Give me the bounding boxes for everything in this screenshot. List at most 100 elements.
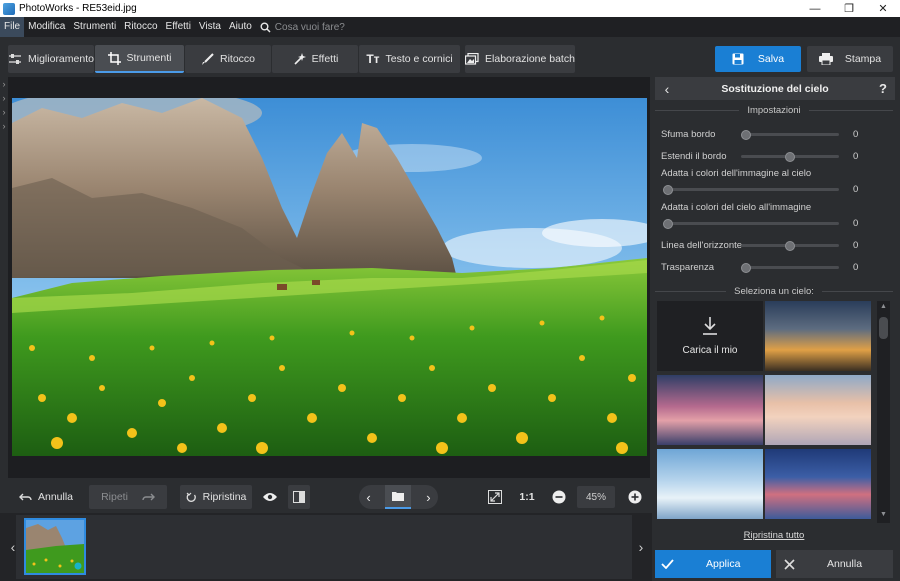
tab-effetti[interactable]: Effetti bbox=[272, 45, 358, 73]
tab-label: Ritocco bbox=[219, 53, 255, 65]
scroll-down-icon[interactable]: ▼ bbox=[877, 511, 890, 518]
back-button[interactable]: ‹ bbox=[655, 81, 679, 97]
search-input[interactable]: Cosa vuoi fare? bbox=[275, 22, 345, 33]
chevron-right-icon[interactable]: › bbox=[0, 77, 8, 91]
zoom-level[interactable]: 45% bbox=[577, 486, 615, 508]
slider-label: Adatta i colori dell'immagine al cielo bbox=[661, 168, 812, 179]
sky-gallery-scrollbar[interactable]: ▲ ▼ bbox=[877, 301, 890, 523]
main-toolbar: Miglioramento Strumenti Ritocco Effetti … bbox=[0, 37, 900, 77]
reset-label: Ripristina bbox=[202, 491, 247, 503]
reset-button[interactable]: Ripristina bbox=[180, 485, 252, 509]
fit-to-screen-button[interactable] bbox=[484, 485, 506, 509]
apply-label: Applica bbox=[706, 558, 741, 570]
filmstrip-panel bbox=[16, 515, 632, 579]
search-box[interactable]: Cosa vuoi fare? bbox=[260, 22, 345, 33]
minimize-button[interactable]: — bbox=[798, 0, 832, 17]
adapt-image-colors-slider[interactable] bbox=[663, 188, 839, 191]
save-button[interactable]: Salva bbox=[715, 46, 801, 72]
tab-ritocco[interactable]: Ritocco bbox=[185, 45, 271, 73]
transparency-slider[interactable] bbox=[741, 266, 839, 269]
folder-button[interactable] bbox=[385, 485, 412, 509]
left-panel-toggles[interactable]: › › › › bbox=[0, 77, 8, 133]
restore-button[interactable]: ❐ bbox=[832, 0, 866, 17]
slider-label: Trasparenza bbox=[661, 262, 714, 273]
chevron-right-icon[interactable]: › bbox=[0, 91, 8, 105]
app-icon bbox=[3, 2, 15, 15]
sky-thumbnail-pastel-clouds[interactable] bbox=[765, 375, 871, 445]
redo-button[interactable]: Ripeti bbox=[89, 485, 167, 509]
upload-sky-button[interactable]: Carica il mio bbox=[657, 301, 763, 371]
image-thumbnail[interactable] bbox=[24, 518, 86, 575]
sky-thumbnail-blue-clouds[interactable] bbox=[657, 449, 763, 519]
slider-knob[interactable] bbox=[785, 241, 795, 251]
slider-knob[interactable] bbox=[741, 263, 751, 273]
zoom-in-button[interactable] bbox=[624, 485, 646, 509]
print-label: Stampa bbox=[844, 53, 882, 65]
preview-toggle[interactable] bbox=[258, 485, 282, 509]
tab-elaborazione-batch[interactable]: Elaborazione batch bbox=[465, 45, 575, 73]
apply-button[interactable]: Applica bbox=[655, 550, 771, 578]
zoom-in-icon bbox=[628, 490, 642, 504]
sky-thumbnail-pink-clouds[interactable] bbox=[657, 375, 763, 445]
undo-button[interactable]: Annulla bbox=[8, 485, 84, 509]
cancel-button[interactable]: Annulla bbox=[776, 550, 893, 578]
sky-thumbnail-sunset[interactable] bbox=[765, 301, 871, 371]
floppy-icon bbox=[732, 53, 744, 65]
compare-button[interactable] bbox=[288, 485, 310, 509]
menu-ritocco[interactable]: Ritocco bbox=[120, 17, 161, 37]
redo-icon bbox=[142, 493, 155, 500]
save-label: Salva bbox=[757, 53, 785, 65]
tab-testo-cornici[interactable]: Tт Testo e cornici bbox=[359, 45, 460, 73]
scrollbar-thumb[interactable] bbox=[879, 317, 888, 339]
scroll-up-icon[interactable]: ▲ bbox=[877, 303, 890, 310]
menu-aiuto[interactable]: Aiuto bbox=[225, 17, 256, 37]
tab-label: Strumenti bbox=[126, 52, 172, 64]
thumbnail-image bbox=[26, 520, 84, 573]
chevron-right-icon[interactable]: › bbox=[0, 105, 8, 119]
edited-photo[interactable] bbox=[12, 98, 647, 456]
slider-label: Linea dell'orizzonte bbox=[661, 240, 743, 251]
zoom-out-button[interactable] bbox=[548, 485, 570, 509]
tab-strumenti[interactable]: Strumenti bbox=[95, 45, 184, 73]
menu-strumenti[interactable]: Strumenti bbox=[69, 17, 120, 37]
menu-modifica[interactable]: Modifica bbox=[24, 17, 69, 37]
menu-bar: File Modifica Strumenti Ritocco Effetti … bbox=[0, 17, 900, 37]
sliders-icon bbox=[9, 54, 22, 64]
slider-knob[interactable] bbox=[663, 185, 673, 195]
adapt-sky-colors-slider[interactable] bbox=[663, 222, 839, 225]
menu-file[interactable]: File bbox=[0, 17, 25, 37]
image-navigation: ‹ › bbox=[359, 485, 438, 509]
slider-label: Adatta i colori del cielo all'immagine bbox=[661, 202, 812, 213]
chevron-right-icon[interactable]: › bbox=[0, 119, 8, 133]
sky-thumbnail-dusk[interactable] bbox=[765, 449, 871, 519]
feather-edge-slider[interactable] bbox=[741, 133, 839, 136]
filmstrip: ‹ › bbox=[0, 513, 652, 581]
slider-value: 0 bbox=[853, 262, 859, 273]
select-sky-heading: Seleziona un cielo: bbox=[655, 286, 893, 297]
undo-label: Annulla bbox=[37, 491, 74, 503]
eye-icon bbox=[263, 493, 277, 501]
close-button[interactable]: ✕ bbox=[866, 0, 900, 17]
image-canvas[interactable] bbox=[8, 77, 650, 478]
tab-label: Testo e cornici bbox=[385, 53, 453, 65]
previous-image-button[interactable]: ‹ bbox=[366, 490, 370, 505]
download-icon bbox=[703, 316, 717, 335]
filmstrip-right-button[interactable]: › bbox=[634, 513, 648, 581]
redo-label: Ripeti bbox=[101, 491, 128, 503]
print-button[interactable]: Stampa bbox=[807, 46, 893, 72]
actual-size-button[interactable]: 1:1 bbox=[514, 485, 540, 509]
brush-icon bbox=[201, 52, 214, 65]
menu-effetti[interactable]: Effetti bbox=[162, 17, 195, 37]
reset-all-link[interactable]: Ripristina tutto bbox=[655, 530, 893, 541]
slider-knob[interactable] bbox=[741, 130, 751, 140]
window-title: PhotoWorks - RE53eid.jpg bbox=[19, 3, 137, 14]
help-button[interactable]: ? bbox=[871, 81, 895, 96]
slider-knob[interactable] bbox=[663, 219, 673, 229]
upload-label: Carica il mio bbox=[682, 344, 738, 356]
tab-miglioramento[interactable]: Miglioramento bbox=[8, 45, 94, 73]
slider-knob[interactable] bbox=[785, 152, 795, 162]
menu-vista[interactable]: Vista bbox=[195, 17, 225, 37]
folder-icon bbox=[392, 492, 405, 501]
next-image-button[interactable]: › bbox=[426, 490, 430, 505]
panel-title: Sostituzione del cielo bbox=[721, 82, 829, 95]
